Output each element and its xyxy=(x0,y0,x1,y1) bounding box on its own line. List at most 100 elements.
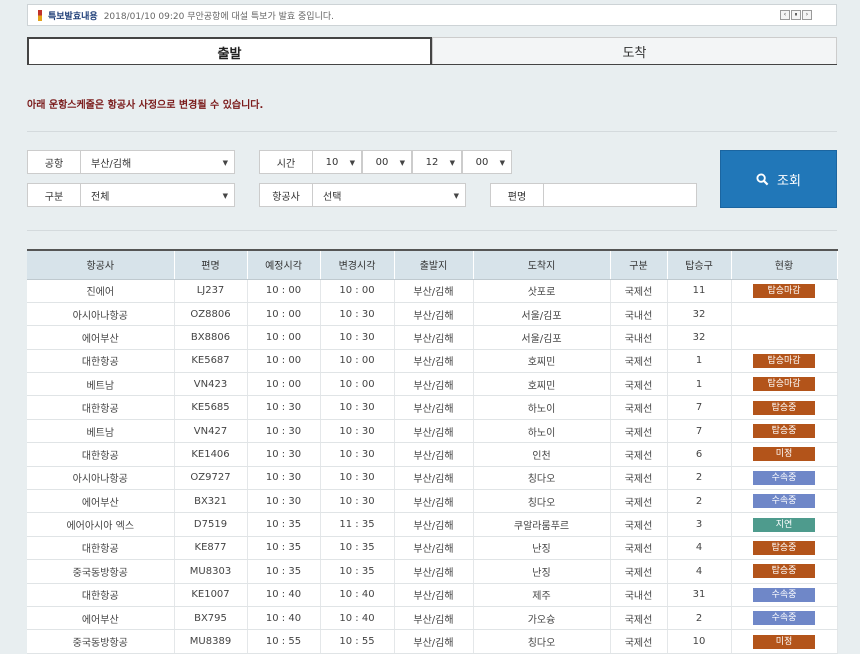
cell-gate: 10 xyxy=(667,629,732,654)
cell-scheduled: 10 : 00 xyxy=(247,372,321,397)
cell-origin: 부산/김해 xyxy=(394,559,474,584)
cell-scheduled: 10 : 00 xyxy=(247,279,321,303)
cell-scheduled: 10 : 00 xyxy=(247,349,321,374)
cell-airline: 베트남 xyxy=(27,372,175,397)
cell-destination: 하노이 xyxy=(473,395,611,420)
cell-scheduled: 10 : 55 xyxy=(247,629,321,654)
cell-flight: MU8303 xyxy=(174,559,248,584)
cell-flight: BX321 xyxy=(174,489,248,514)
cell-type: 국내선 xyxy=(610,325,668,350)
cell-origin: 부산/김해 xyxy=(394,349,474,374)
cell-origin: 부산/김해 xyxy=(394,325,474,350)
cell-status: 탑승중 xyxy=(731,395,838,420)
airline-label: 항공사 xyxy=(259,183,312,207)
cell-origin: 부산/김해 xyxy=(394,489,474,514)
cell-airline: 대한항공 xyxy=(27,395,175,420)
cell-type: 국제선 xyxy=(610,512,668,537)
airline-select[interactable]: 선택 ▼ xyxy=(312,183,466,207)
minute-to-select[interactable]: 00 ▼ xyxy=(462,150,512,174)
cell-gate: 7 xyxy=(667,419,732,444)
notice-controls: ‹ ⏸ › xyxy=(779,10,812,20)
cell-destination: 호찌민 xyxy=(473,372,611,397)
flight-number-input[interactable] xyxy=(543,183,697,207)
cell-changed: 11 : 35 xyxy=(320,512,395,537)
status-badge: 지연 xyxy=(753,517,815,532)
cell-changed: 10 : 30 xyxy=(320,302,395,327)
flight-number-label: 편명 xyxy=(490,183,543,207)
cell-type: 국내선 xyxy=(610,302,668,327)
cell-flight: OZ9727 xyxy=(174,466,248,491)
cell-flight: VN427 xyxy=(174,419,248,444)
cell-changed: 10 : 30 xyxy=(320,489,395,514)
col-destination: 도착지 xyxy=(473,249,611,280)
cell-airline: 중국동방항공 xyxy=(27,629,175,654)
cell-destination: 하노이 xyxy=(473,419,611,444)
cell-scheduled: 10 : 40 xyxy=(247,583,321,607)
cell-airline: 에어부산 xyxy=(27,606,175,631)
airport-select[interactable]: 부산/김해 ▼ xyxy=(80,150,235,174)
airport-value: 부산/김해 xyxy=(91,158,132,170)
cell-destination: 쿠알라룸푸르 xyxy=(473,512,611,537)
cell-gate: 2 xyxy=(667,466,732,491)
tab-arrival[interactable]: 도착 xyxy=(432,37,837,65)
search-icon xyxy=(756,172,769,185)
cell-origin: 부산/김해 xyxy=(394,629,474,654)
status-badge: 수속중 xyxy=(753,611,815,626)
divider xyxy=(27,230,837,231)
pause-icon[interactable]: ⏸ xyxy=(791,10,801,20)
table-row: 아시아나항공 OZ8806 10 : 00 10 : 30 부산/김해 서울/김포 국내선 3… xyxy=(27,302,838,327)
cell-origin: 부산/김해 xyxy=(394,372,474,397)
cell-flight: OZ8806 xyxy=(174,302,248,327)
tab-departure[interactable]: 출발 xyxy=(27,37,432,65)
cell-scheduled: 10 : 35 xyxy=(247,536,321,561)
type-select[interactable]: 전체 ▼ xyxy=(80,183,235,207)
col-gate: 탑승구 xyxy=(667,249,732,280)
cell-gate: 2 xyxy=(667,489,732,514)
minute-from-select[interactable]: 00 ▼ xyxy=(362,150,412,174)
cell-type: 국제선 xyxy=(610,395,668,420)
cell-destination: 칭다오 xyxy=(473,466,611,491)
search-button[interactable]: 조회 xyxy=(720,150,837,208)
status-badge: 수속중 xyxy=(753,470,815,485)
cell-destination: 호찌민 xyxy=(473,349,611,374)
prev-icon[interactable]: ‹ xyxy=(780,10,790,20)
status-badge: 탑승중 xyxy=(753,540,815,555)
cell-type: 국제선 xyxy=(610,466,668,491)
cell-scheduled: 10 : 30 xyxy=(247,419,321,444)
cell-status: 탑승마감 xyxy=(731,372,838,397)
cell-origin: 부산/김해 xyxy=(394,302,474,327)
cell-scheduled: 10 : 30 xyxy=(247,395,321,420)
col-changed: 변경시각 xyxy=(320,249,395,280)
cell-destination: 칭다오 xyxy=(473,629,611,654)
hour-from-select[interactable]: 10 ▼ xyxy=(312,150,362,174)
cell-origin: 부산/김해 xyxy=(394,419,474,444)
cell-type: 국내선 xyxy=(610,583,668,607)
cell-destination: 칭다오 xyxy=(473,489,611,514)
notice-bar: 특보발효내용 2018/01/10 09:20 무안공항에 대설 특보가 발효 … xyxy=(27,4,837,26)
status-badge: 탑승중 xyxy=(753,424,815,439)
cell-changed: 10 : 55 xyxy=(320,629,395,654)
chevron-down-icon: ▼ xyxy=(222,192,228,200)
table-row: 베트남 VN427 10 : 30 10 : 30 부산/김해 하노이 국제선 7 탑승중 xyxy=(27,419,838,444)
col-origin: 출발지 xyxy=(394,249,474,280)
hour-to-select[interactable]: 12 ▼ xyxy=(412,150,462,174)
airline-value: 선택 xyxy=(323,191,342,203)
cell-flight: BX8806 xyxy=(174,325,248,350)
cell-airline: 진에어 xyxy=(27,279,175,303)
cell-gate: 1 xyxy=(667,349,732,374)
alert-flag-icon xyxy=(38,9,42,21)
chevron-down-icon: ▼ xyxy=(449,159,455,167)
cell-origin: 부산/김해 xyxy=(394,442,474,467)
next-icon[interactable]: › xyxy=(802,10,812,20)
cell-status xyxy=(731,302,838,327)
cell-destination: 가오슝 xyxy=(473,606,611,631)
cell-origin: 부산/김해 xyxy=(394,466,474,491)
cell-destination: 삿포로 xyxy=(473,279,611,303)
cell-scheduled: 10 : 30 xyxy=(247,442,321,467)
cell-scheduled: 10 : 00 xyxy=(247,325,321,350)
cell-status: 수속중 xyxy=(731,606,838,631)
cell-type: 국제선 xyxy=(610,606,668,631)
type-value: 전체 xyxy=(91,191,110,203)
cell-airline: 중국동방항공 xyxy=(27,559,175,584)
cell-gate: 11 xyxy=(667,279,732,303)
